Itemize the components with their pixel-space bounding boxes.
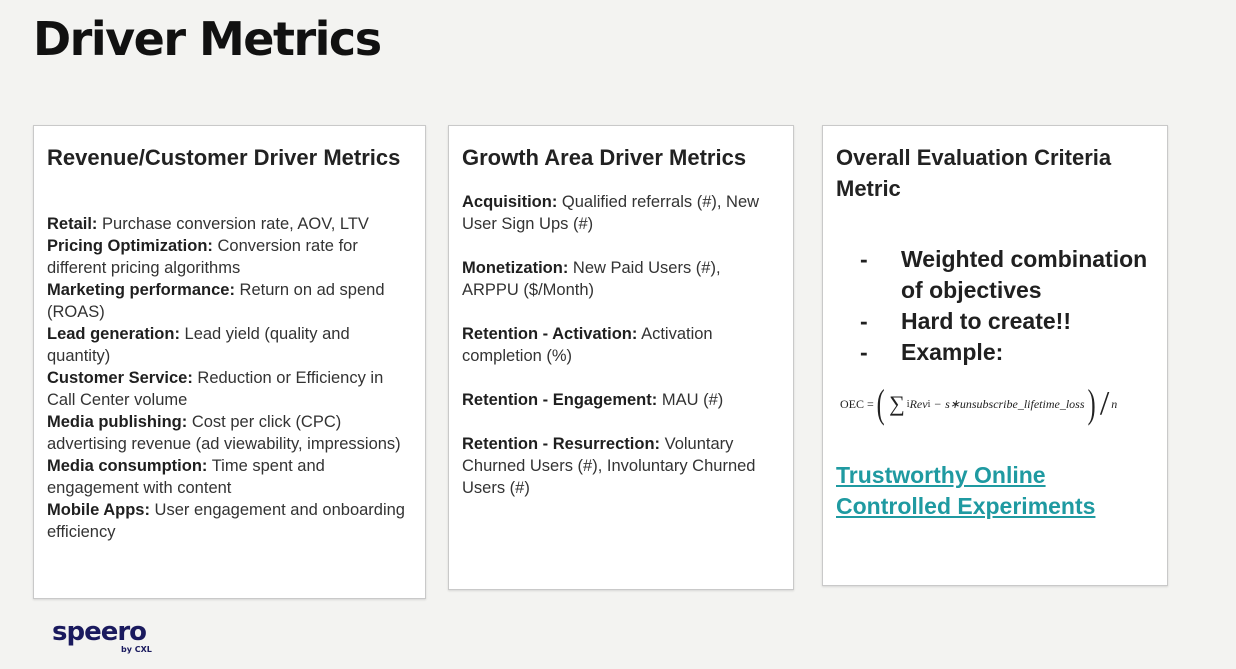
logo-wordmark: speero [52, 617, 147, 647]
bullet-dash: - [860, 308, 868, 334]
metric-item: Acquisition: Qualified referrals (#), Ne… [462, 191, 781, 235]
metric-item: Mobile Apps: User engagement and onboard… [47, 499, 413, 543]
formula-sigma: ∑ [889, 391, 905, 416]
oec-formula: OEC = ( ∑ i Rev i − s∗unsubscribe_lifetime… [840, 382, 1158, 426]
metric-label: Marketing performance: [47, 281, 235, 299]
metric-item: Retention - Activation: Activation compl… [462, 323, 781, 367]
trustworthy-experiments-link[interactable]: Trustworthy Online Controlled Experiment… [836, 460, 1155, 522]
formula-divisor: n [1111, 396, 1118, 411]
metric-item: Retention - Engagement: MAU (#) [462, 389, 781, 411]
bullet-item: - Example: [860, 337, 1155, 368]
metric-item: Pricing Optimization: Conversion rate fo… [47, 235, 413, 279]
bullet-text: Weighted combination of objectives [901, 246, 1148, 303]
bullet-item: - Weighted combination of objectives [860, 244, 1155, 306]
page-title: Driver Metrics [33, 12, 382, 66]
metric-item: Marketing performance: Return on ad spen… [47, 279, 413, 323]
metric-list: Retail: Purchase conversion rate, AOV, L… [47, 213, 413, 543]
formula-open-paren: ( [876, 381, 885, 426]
formula-slash: / [1099, 385, 1110, 422]
formula-term1-sub: i [927, 398, 931, 410]
metric-text: Purchase conversion rate, AOV, LTV [97, 215, 369, 233]
card-title: Growth Area Driver Metrics [462, 145, 747, 170]
metric-label: Retention - Resurrection: [462, 435, 661, 453]
metric-item: Retention - Resurrection: Voluntary Chur… [462, 433, 781, 499]
speero-logo: speero by CXL [52, 617, 162, 659]
metric-label: Media consumption: [47, 457, 208, 475]
revenue-driver-card: Revenue/Customer Driver Metrics Retail: … [33, 125, 426, 599]
metric-label: Lead generation: [47, 325, 180, 343]
metric-item: Media publishing: Cost per click (CPC) a… [47, 411, 413, 455]
metric-label: Retention - Activation: [462, 325, 638, 343]
metric-label: Pricing Optimization: [47, 237, 213, 255]
metric-label: Media publishing: [47, 413, 188, 431]
metric-label: Retention - Engagement: [462, 391, 658, 409]
card-title: Overall Evaluation Criteria Metric [836, 145, 1112, 201]
metric-label: Retail: [47, 215, 98, 233]
formula-term1: Rev [909, 396, 928, 411]
formula-close-paren: ) [1087, 381, 1096, 426]
metric-list: Acquisition: Qualified referrals (#), Ne… [462, 191, 781, 499]
metric-item: Monetization: New Paid Users (#), ARPPU … [462, 257, 781, 301]
metric-item: Media consumption: Time spent and engage… [47, 455, 413, 499]
metric-item: Customer Service: Reduction or Efficienc… [47, 367, 413, 411]
metric-item: Retail: Purchase conversion rate, AOV, L… [47, 213, 413, 235]
bullet-text: Hard to create!! [901, 308, 1071, 334]
oec-card: Overall Evaluation Criteria Metric - Weig… [822, 125, 1168, 586]
metric-text: MAU (#) [657, 391, 724, 409]
formula-term2: s∗unsubscribe_lifetime_loss [945, 396, 1085, 411]
logo-subtitle: by CXL [121, 645, 152, 654]
bullet-dash: - [860, 339, 868, 365]
bullet-list: - Weighted combination of objectives - Har… [860, 244, 1155, 368]
bullet-item: - Hard to create!! [860, 306, 1155, 337]
growth-driver-card: Growth Area Driver Metrics Acquisition: … [448, 125, 794, 590]
metric-label: Monetization: [462, 259, 569, 277]
formula-operator: − [934, 396, 942, 411]
metric-label: Mobile Apps: [47, 501, 150, 519]
metric-item: Lead generation: Lead yield (quality and… [47, 323, 413, 367]
card-title: Revenue/Customer Driver Metrics [47, 145, 401, 170]
formula-lhs: OEC = [840, 396, 874, 411]
bullet-text: Example: [901, 339, 1004, 365]
metric-label: Acquisition: [462, 193, 558, 211]
bullet-dash: - [860, 246, 868, 272]
metric-label: Customer Service: [47, 369, 193, 387]
